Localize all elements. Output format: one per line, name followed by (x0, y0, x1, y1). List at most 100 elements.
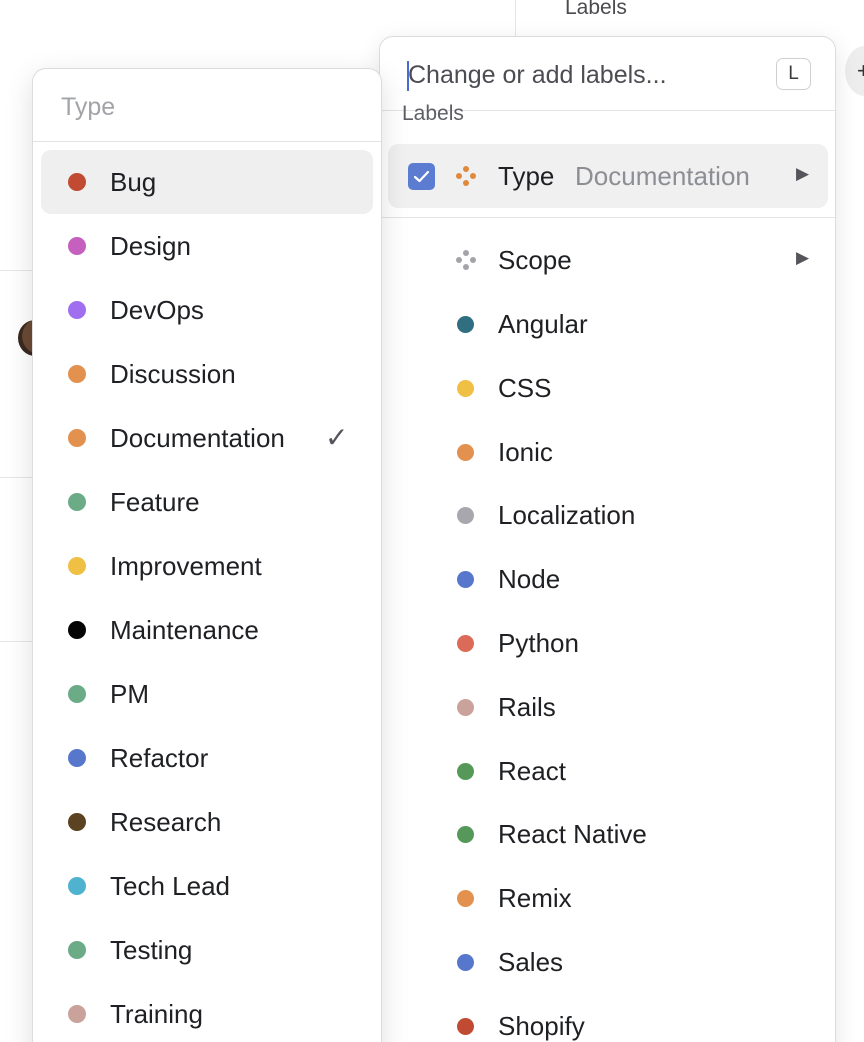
label-color-dot-icon (68, 557, 86, 575)
label-option[interactable]: Node (380, 547, 835, 611)
label-color-dot-icon (68, 237, 86, 255)
type-option[interactable]: Feature (33, 470, 381, 534)
type-option[interactable]: DevOps (33, 278, 381, 342)
type-option-label: Refactor (110, 743, 209, 773)
type-option-label: Training (110, 999, 203, 1029)
label-option-label: CSS (498, 372, 552, 403)
label-color-dot-icon (457, 954, 474, 971)
type-option-label: Discussion (110, 359, 236, 389)
checkmark-icon: ✓ (325, 422, 349, 453)
type-option[interactable]: PM (33, 662, 381, 726)
type-option-label: Design (110, 231, 191, 261)
label-color-dot-icon (68, 429, 86, 447)
label-color-dot-icon (68, 941, 86, 959)
label-option-label: React (498, 755, 566, 786)
type-option-label: Research (110, 807, 222, 837)
type-option-label: PM (110, 679, 149, 709)
type-option[interactable]: Refactor (33, 726, 381, 790)
label-color-dot-icon (68, 493, 86, 511)
label-color-dot-icon (68, 621, 86, 639)
type-option[interactable]: Improvement (33, 534, 381, 598)
label-color-dot-icon (457, 826, 474, 844)
type-option[interactable]: Documentation ✓ (33, 406, 381, 470)
label-option[interactable]: Sales (380, 930, 835, 994)
label-option[interactable]: React (380, 739, 835, 803)
labels-section-title: Labels (402, 102, 464, 125)
label-color-dot-icon (457, 890, 474, 908)
type-option[interactable]: Design (33, 214, 381, 278)
label-option-label: Shopify (498, 1010, 585, 1041)
label-option[interactable]: Shopify (380, 994, 835, 1042)
type-submenu: Bug Design DevOps Discussion Documentation ✓ F… (32, 68, 382, 1042)
label-option-label: Angular (498, 309, 588, 339)
type-option-label: Tech Lead (110, 871, 230, 901)
label-color-dot-icon (457, 762, 474, 780)
label-group-type-value: Documentation (575, 161, 750, 191)
submenu-arrow-icon: ▶ (796, 164, 810, 183)
label-color-dot-icon (457, 698, 474, 716)
label-group-scope[interactable]: Scope ▶ (380, 228, 835, 292)
menu-divider (380, 217, 835, 218)
background-divider (515, 0, 516, 36)
label-option[interactable]: Ionic (380, 420, 835, 484)
type-checkbox[interactable] (408, 163, 435, 190)
label-color-dot-icon (457, 571, 474, 589)
type-option[interactable]: Training (33, 982, 381, 1042)
label-color-dot-icon (68, 301, 86, 319)
label-color-dot-icon (457, 379, 474, 397)
label-option-label: Ionic (498, 436, 553, 467)
type-option[interactable]: Bug (33, 150, 381, 214)
type-option[interactable]: Tech Lead (33, 854, 381, 918)
keyboard-shortcut-badge: L (776, 58, 811, 90)
type-option[interactable]: Discussion (33, 342, 381, 406)
label-option[interactable]: React Native (380, 802, 835, 866)
label-group-scope-label: Scope (498, 245, 572, 275)
label-option-label: Remix (498, 883, 572, 914)
label-group-icon (456, 250, 476, 270)
type-option-label: DevOps (110, 295, 204, 325)
labels-menu: L Labels Type Documentation ▶ Scope ▶ An… (379, 36, 836, 1042)
hover-highlight (41, 150, 373, 214)
label-group-icon (456, 166, 476, 186)
label-option-label: Sales (498, 947, 564, 977)
type-option-label: Documentation (110, 423, 285, 453)
plus-icon: + (857, 58, 864, 83)
background-divider (0, 270, 34, 271)
label-option-label: React Native (498, 819, 647, 850)
label-option-label: Rails (498, 691, 556, 722)
label-option[interactable]: Python (380, 611, 835, 675)
label-option-label: Localization (498, 500, 636, 531)
label-color-dot-icon (68, 1005, 86, 1023)
labels-search-row: L (380, 37, 835, 111)
page: Labels + L Labels Type Documentation ▶ S… (0, 0, 864, 1042)
type-option-label: Improvement (110, 551, 262, 581)
label-color-dot-icon (68, 877, 86, 895)
type-search-row (33, 69, 381, 142)
label-option[interactable]: Rails (380, 675, 835, 739)
type-option-label: Maintenance (110, 615, 259, 645)
label-option[interactable]: Angular (380, 292, 835, 356)
label-color-dot-icon (68, 173, 86, 191)
label-option[interactable]: Remix (380, 866, 835, 930)
type-option[interactable]: Testing (33, 918, 381, 982)
background-divider (0, 641, 34, 642)
type-option[interactable]: Maintenance (33, 598, 381, 662)
label-option[interactable]: CSS (380, 356, 835, 420)
labels-search-input[interactable] (408, 57, 768, 93)
type-search-input[interactable] (61, 89, 361, 125)
label-option[interactable]: Localization (380, 483, 835, 547)
checkmark-icon (413, 170, 430, 183)
label-color-dot-icon (68, 749, 86, 767)
label-group-type-label: Type (498, 161, 555, 191)
type-option[interactable]: Research (33, 790, 381, 854)
label-color-dot-icon (457, 635, 474, 652)
label-color-dot-icon (68, 365, 86, 383)
add-button[interactable]: + (845, 46, 864, 96)
label-option-label: Python (498, 628, 579, 658)
type-option-label: Feature (110, 487, 200, 517)
label-color-dot-icon (68, 813, 86, 831)
label-color-dot-icon (457, 443, 474, 461)
type-option-label: Bug (110, 167, 157, 197)
label-color-dot-icon (68, 685, 86, 703)
submenu-arrow-icon: ▶ (796, 248, 810, 267)
